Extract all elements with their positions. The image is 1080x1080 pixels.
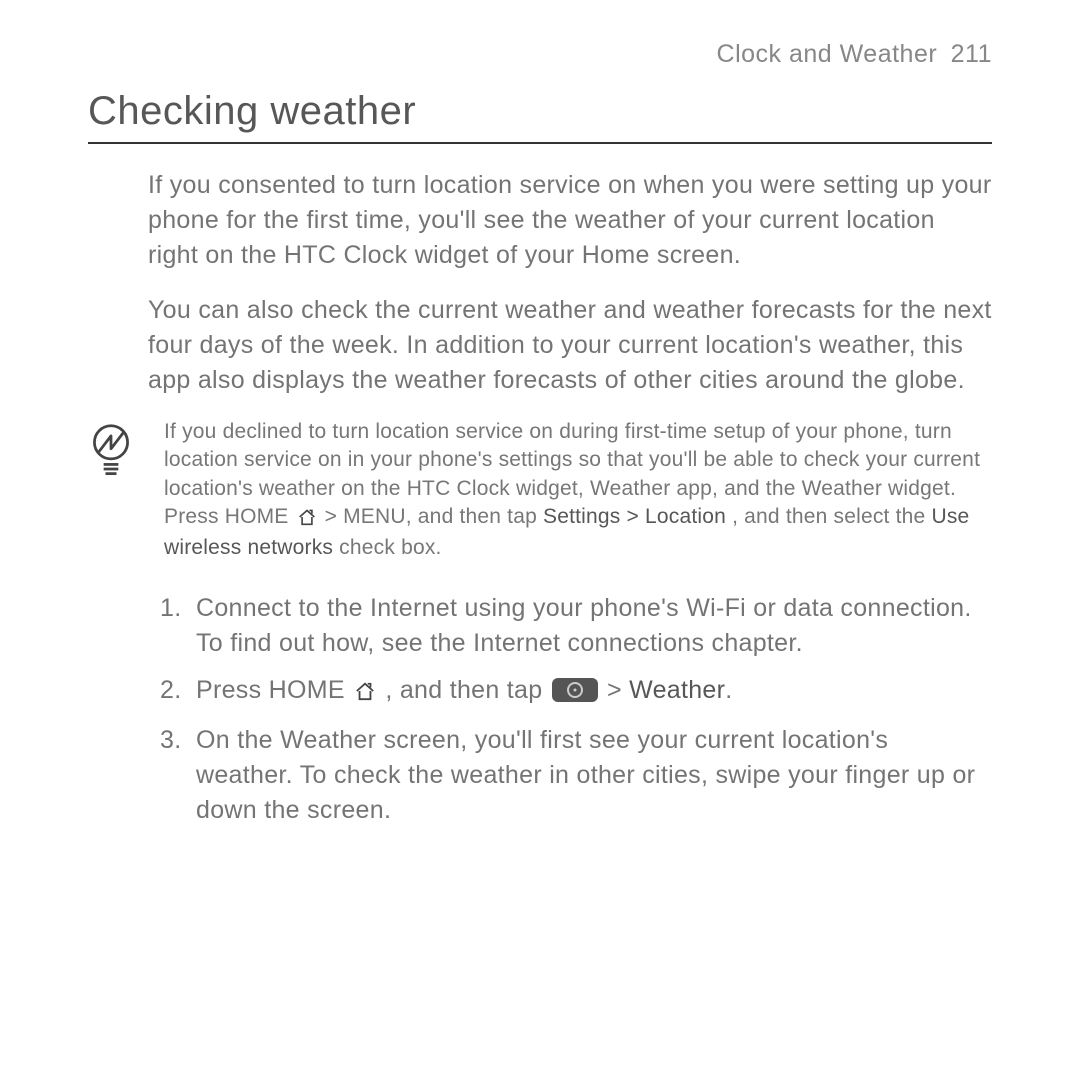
step-1: Connect to the Internet using your phone… [148, 591, 992, 661]
step-2-weather-label: Weather [629, 676, 725, 704]
step-2-text-c: > [607, 676, 629, 704]
home-icon [297, 506, 317, 534]
step-1-text: Connect to the Internet using your phone… [196, 594, 972, 657]
section-title: Clock and Weather [717, 40, 938, 68]
step-2-text-d: . [725, 676, 732, 704]
all-apps-icon [552, 678, 598, 702]
manual-page: Clock and Weather 211 Checking weather I… [0, 0, 1080, 828]
step-3: On the Weather screen, you'll first see … [148, 723, 992, 828]
step-3-text: On the Weather screen, you'll first see … [196, 726, 975, 824]
tip-text-part3: , and then select the [732, 505, 931, 528]
intro-paragraph-1: If you consented to turn location servic… [88, 168, 992, 273]
tip-text-part4: check box. [339, 536, 441, 559]
title-rule [88, 142, 992, 144]
tip-text: If you declined to turn location service… [144, 418, 992, 563]
tip-settings-path: Settings > Location [543, 505, 726, 528]
steps-list: Connect to the Internet using your phone… [88, 591, 992, 828]
tip-text-part2: > MENU, and then tap [325, 505, 543, 528]
page-number: 211 [951, 40, 992, 68]
lightbulb-icon [88, 422, 144, 487]
intro-paragraph-2: You can also check the current weather a… [88, 293, 992, 398]
step-2-text-b: , and then tap [385, 676, 549, 704]
step-2-text-a: Press HOME [196, 676, 352, 704]
home-icon [354, 676, 376, 711]
step-2: Press HOME , and then tap > Weather. [148, 673, 992, 711]
running-header: Clock and Weather 211 [88, 40, 992, 69]
tip-callout: If you declined to turn location service… [88, 418, 992, 563]
page-title: Checking weather [88, 89, 992, 134]
